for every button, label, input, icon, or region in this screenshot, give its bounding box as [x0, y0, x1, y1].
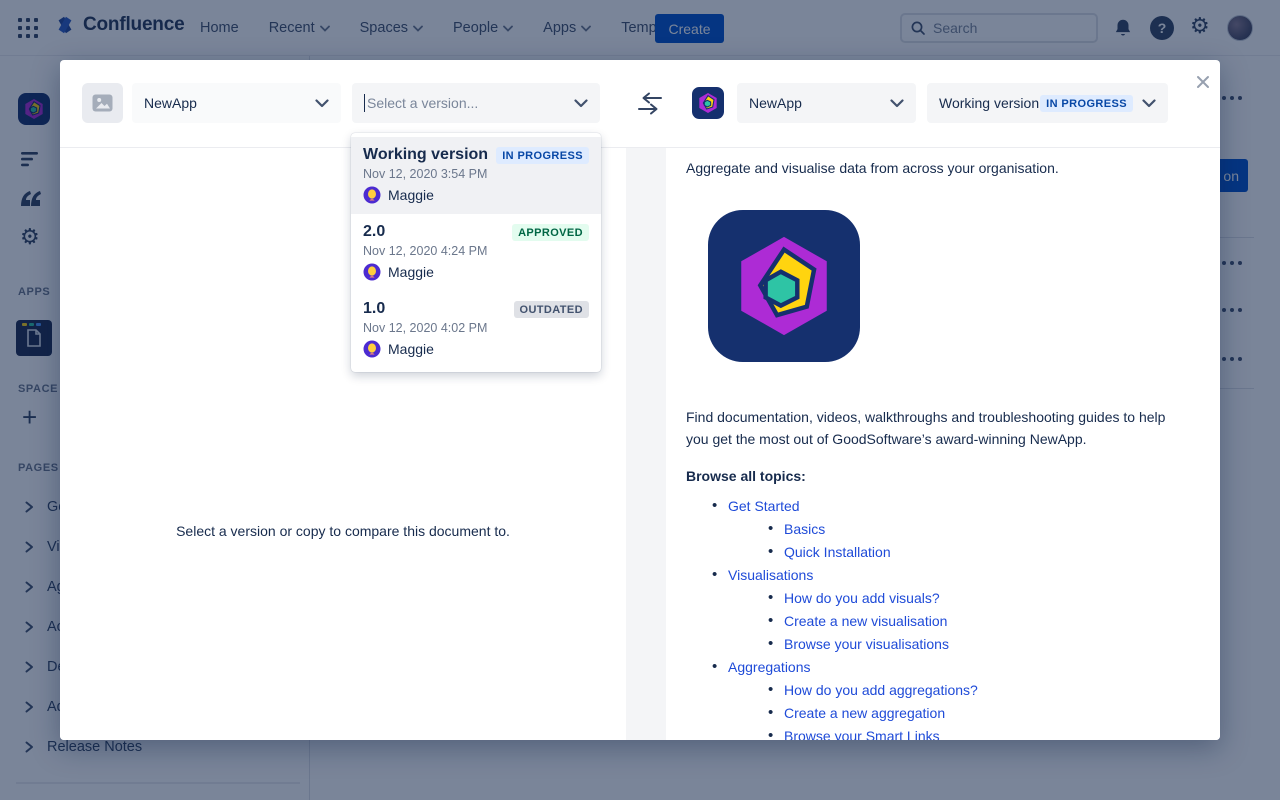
author-name: Maggie: [388, 187, 434, 203]
browse-topics-heading: Browse all topics:: [686, 468, 1186, 484]
compare-dialog-header: NewApp Select a version... NewApp Workin…: [60, 60, 1220, 148]
compare-empty-message: Select a version or copy to compare this…: [60, 523, 626, 539]
subtopic-item: How do you add aggregations?: [768, 680, 1186, 700]
topic-link[interactable]: How do you add visuals?: [784, 590, 940, 606]
version-title: 2.0: [363, 223, 385, 241]
version-option-2-0[interactable]: 2.0 APPROVED Nov 12, 2020 4:24 PM Maggie: [351, 214, 601, 291]
chevron-down-icon: [574, 99, 588, 108]
right-document-title: NewApp: [749, 95, 802, 111]
version-title: 1.0: [363, 300, 385, 318]
version-date: Nov 12, 2020 4:02 PM: [363, 321, 589, 335]
author-avatar: [363, 263, 381, 281]
topic-item: Aggregations How do you add aggregations…: [712, 657, 1186, 740]
topic-link[interactable]: Browse your visualisations: [784, 636, 949, 652]
topics-list: Get Started Basics Quick Installation Vi…: [686, 496, 1186, 740]
topic-link[interactable]: Create a new visualisation: [784, 613, 947, 629]
right-version-value: Working version: [939, 95, 1039, 111]
topic-link[interactable]: Basics: [784, 521, 825, 537]
status-badge: APPROVED: [512, 224, 589, 241]
author-avatar: [363, 186, 381, 204]
status-badge: IN PROGRESS: [1040, 95, 1133, 112]
chevron-down-icon: [890, 99, 904, 108]
newapp-logo-large-icon: [708, 210, 860, 362]
topic-link[interactable]: Create a new aggregation: [784, 705, 945, 721]
left-version-placeholder: Select a version...: [367, 95, 478, 111]
subtopic-item: Basics: [768, 519, 1186, 539]
status-badge: OUTDATED: [514, 301, 590, 318]
subtopic-item: Browse your Smart Links: [768, 726, 1186, 740]
version-title: Working version: [363, 146, 488, 164]
close-icon: [1196, 75, 1210, 89]
version-option-1-0[interactable]: 1.0 OUTDATED Nov 12, 2020 4:02 PM Maggie: [351, 291, 601, 368]
text-caret: [364, 94, 365, 112]
left-document-select[interactable]: NewApp: [132, 83, 341, 123]
subtopic-item: How do you add visuals?: [768, 588, 1186, 608]
pane-divider-gutter: [626, 148, 666, 740]
subtopic-item: Create a new visualisation: [768, 611, 1186, 631]
status-badge: IN PROGRESS: [496, 147, 589, 164]
doc-description-text: Find documentation, videos, walkthroughs…: [686, 406, 1186, 450]
subtopic-item: Quick Installation: [768, 542, 1186, 562]
compare-versions-dialog: NewApp Select a version... NewApp Workin…: [60, 60, 1220, 740]
topic-link[interactable]: How do you add aggregations?: [784, 682, 978, 698]
topic-item: Get Started Basics Quick Installation: [712, 496, 1186, 562]
subtopic-item: Create a new aggregation: [768, 703, 1186, 723]
topic-link[interactable]: Browse your Smart Links: [784, 728, 940, 740]
version-option-working[interactable]: Working version IN PROGRESS Nov 12, 2020…: [351, 137, 601, 214]
swap-compare-direction-icon[interactable]: [632, 90, 668, 118]
document-thumbnail-placeholder: [82, 83, 123, 123]
topic-link[interactable]: Aggregations: [728, 659, 811, 675]
author-avatar: [363, 340, 381, 358]
image-placeholder-icon: [92, 94, 113, 112]
chevron-down-icon: [1142, 99, 1156, 108]
topic-link[interactable]: Visualisations: [728, 567, 813, 583]
subtopic-item: Browse your visualisations: [768, 634, 1186, 654]
close-dialog-button[interactable]: [1193, 72, 1213, 92]
newapp-logo-icon: [692, 87, 724, 124]
version-dropdown-menu: Working version IN PROGRESS Nov 12, 2020…: [351, 133, 601, 372]
compare-right-pane: Aggregate and visualise data from across…: [666, 148, 1220, 740]
topic-link[interactable]: Get Started: [728, 498, 800, 514]
topic-link[interactable]: Quick Installation: [784, 544, 891, 560]
chevron-down-icon: [315, 99, 329, 108]
topic-item: Visualisations How do you add visuals? C…: [712, 565, 1186, 654]
left-document-title: NewApp: [144, 95, 197, 111]
author-name: Maggie: [388, 264, 434, 280]
left-version-select[interactable]: Select a version...: [352, 83, 600, 123]
right-version-select[interactable]: Working version IN PROGRESS: [927, 83, 1168, 123]
doc-intro-text: Aggregate and visualise data from across…: [686, 158, 1186, 178]
version-date: Nov 12, 2020 4:24 PM: [363, 244, 589, 258]
author-name: Maggie: [388, 341, 434, 357]
right-document-select[interactable]: NewApp: [737, 83, 916, 123]
version-date: Nov 12, 2020 3:54 PM: [363, 167, 589, 181]
